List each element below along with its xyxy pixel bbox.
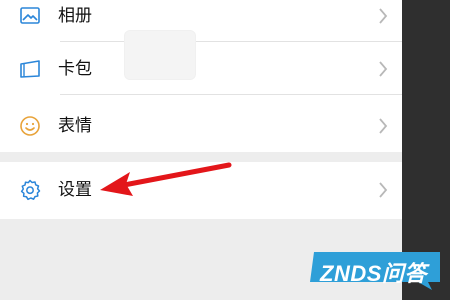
watermark-logo: ZNDS问答: [306, 248, 444, 292]
chevron-right-icon: [377, 181, 389, 199]
watermark-text: ZNDS问答: [320, 261, 427, 286]
chevron-right-icon: [377, 117, 389, 135]
cards-icon: [18, 57, 42, 81]
menu-item-settings[interactable]: 设置: [0, 162, 402, 219]
divider: [60, 41, 402, 42]
chevron-right-icon: [377, 7, 389, 25]
sticker-icon: [18, 114, 42, 138]
chevron-right-icon: [377, 60, 389, 78]
menu-item-label: 表情: [58, 116, 92, 136]
menu-item-label: 卡包: [58, 59, 92, 79]
menu-item-label: 设置: [58, 180, 92, 200]
menu-item-cards[interactable]: 卡包: [0, 45, 402, 95]
menu-group-top: 相册 卡包 表情: [0, 0, 402, 152]
menu-item-label: 相册: [58, 6, 92, 26]
album-icon: [18, 4, 42, 28]
divider: [60, 94, 402, 95]
menu-group-settings: 设置: [0, 162, 402, 219]
menu-item-stickers[interactable]: 表情: [0, 102, 402, 152]
menu-item-album[interactable]: 相册: [0, 0, 402, 42]
settings-icon: [18, 178, 42, 202]
